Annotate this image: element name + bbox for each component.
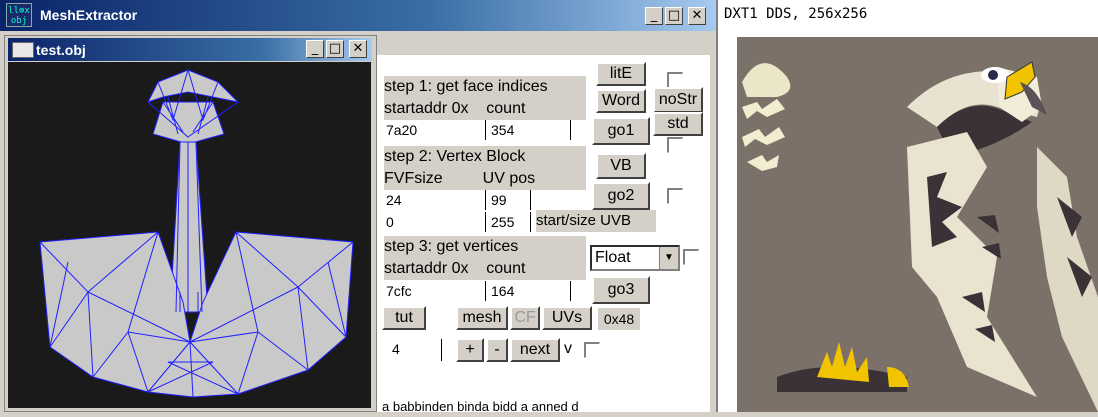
child-minimize-button[interactable]: _ bbox=[306, 40, 324, 58]
tut-button[interactable]: tut bbox=[382, 306, 426, 330]
uvs-button[interactable]: UVs bbox=[542, 306, 592, 330]
step-value-input[interactable]: 4 bbox=[390, 339, 442, 361]
step3-label: step 3: get vertices startaddr 0x count bbox=[384, 236, 586, 280]
mesh-button[interactable]: mesh bbox=[456, 306, 508, 330]
main-close-button[interactable]: ✕ bbox=[688, 7, 706, 25]
child-close-button[interactable]: ✕ bbox=[349, 40, 367, 58]
minus-button[interactable]: - bbox=[486, 338, 508, 362]
mesh-bowl-left bbox=[39, 231, 191, 393]
plus-button[interactable]: + bbox=[456, 338, 484, 362]
step1-title: step 1: get face indices bbox=[384, 78, 548, 95]
document-icon bbox=[12, 42, 34, 58]
step1-startaddr-input[interactable]: 7a20 bbox=[384, 120, 486, 140]
format-checkbox[interactable] bbox=[683, 249, 699, 265]
main-window-title: MeshExtractor bbox=[40, 7, 138, 23]
cf-button[interactable]: CF bbox=[510, 306, 540, 330]
go1-button[interactable]: go1 bbox=[592, 117, 650, 145]
uvb-size-input[interactable]: 255 bbox=[489, 212, 531, 232]
step3-title: step 3: get vertices bbox=[384, 238, 519, 255]
texture-info-label: DXT1 DDS, 256x256 bbox=[724, 6, 868, 22]
fvfsize-input[interactable]: 24 bbox=[384, 190, 486, 210]
status-text: a babbinden binda bidd a anned d bbox=[382, 399, 579, 412]
app-icon: ll⊗x obj bbox=[6, 3, 32, 27]
v-checkbox[interactable] bbox=[584, 342, 600, 358]
step3-count-input[interactable]: 164 bbox=[489, 281, 571, 301]
step2-label: step 2: Vertex Block FVFsize UV pos bbox=[384, 146, 586, 190]
step1-count-input[interactable]: 354 bbox=[489, 120, 571, 140]
mesh-render bbox=[39, 68, 354, 398]
mesh-viewport[interactable] bbox=[8, 62, 371, 408]
child-maximize-button[interactable]: □ bbox=[326, 40, 344, 58]
vb-button[interactable]: VB bbox=[596, 153, 646, 179]
uvpos-input[interactable]: 99 bbox=[489, 190, 531, 210]
step1-subtitle: startaddr 0x count bbox=[384, 100, 526, 117]
main-titlebar[interactable]: MeshExtractor bbox=[0, 0, 716, 31]
go2-checkbox[interactable] bbox=[667, 188, 683, 204]
format-select-value: Float bbox=[595, 249, 631, 266]
step2-title: step 2: Vertex Block bbox=[384, 148, 526, 165]
step3-subtitle: startaddr 0x count bbox=[384, 260, 526, 277]
v-label: v bbox=[564, 340, 572, 357]
offset-label: 0x48 bbox=[598, 308, 640, 330]
main-minimize-button[interactable]: _ bbox=[645, 7, 663, 25]
lite-checkbox[interactable] bbox=[667, 72, 683, 88]
std-button[interactable]: std bbox=[653, 112, 703, 136]
next-button[interactable]: next bbox=[510, 338, 560, 362]
go2-button[interactable]: go2 bbox=[592, 182, 650, 210]
go3-button[interactable]: go3 bbox=[592, 276, 650, 304]
uvb-start-input[interactable]: 0 bbox=[384, 212, 486, 232]
main-maximize-button[interactable]: □ bbox=[665, 7, 683, 25]
nostr-button[interactable]: noStr bbox=[653, 87, 703, 113]
texture-image bbox=[737, 37, 1098, 412]
format-select[interactable]: Float ▼ bbox=[590, 245, 680, 271]
uvb-label: start/size UVB bbox=[536, 210, 656, 232]
child-window-title: test.obj bbox=[36, 42, 86, 58]
std-checkbox[interactable] bbox=[667, 137, 683, 153]
eagle-texture-art bbox=[737, 37, 1098, 412]
chevron-down-icon[interactable]: ▼ bbox=[659, 247, 678, 269]
step3-startaddr-input[interactable]: 7cfc bbox=[384, 281, 486, 301]
app-icon-line-1: ll⊗x bbox=[8, 6, 30, 16]
app-icon-line-2: obj bbox=[10, 16, 28, 26]
lite-button[interactable]: litE bbox=[596, 62, 646, 86]
word-button[interactable]: Word bbox=[596, 89, 646, 113]
step2-subtitle: FVFsize UV pos bbox=[384, 170, 536, 187]
step1-label: step 1: get face indices startaddr 0x co… bbox=[384, 76, 586, 120]
mesh-crown-body bbox=[152, 101, 225, 145]
